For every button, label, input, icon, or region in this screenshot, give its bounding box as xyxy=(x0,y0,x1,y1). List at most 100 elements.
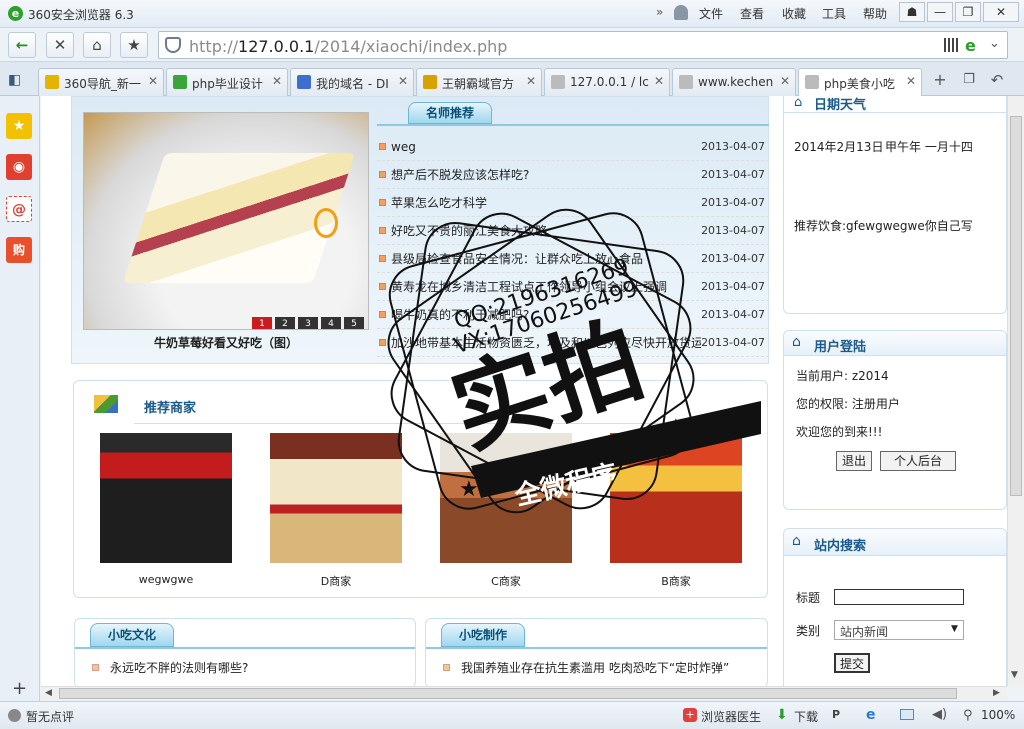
user-avatar-icon[interactable] xyxy=(674,5,688,20)
type-label: 类别 xyxy=(796,624,821,638)
tab-list-icon[interactable]: ❐ xyxy=(958,70,980,90)
culture-tab[interactable]: 小吃文化 xyxy=(90,623,174,647)
slideshow-image[interactable]: 12345 xyxy=(83,112,369,330)
tab-close-icon[interactable]: ✕ xyxy=(148,74,158,88)
restore-button[interactable]: ❐ xyxy=(955,2,981,22)
chevron-down-icon[interactable]: ⌄ xyxy=(989,36,1000,51)
tab-0[interactable]: 360导航_新一 ✕ xyxy=(38,68,164,96)
tab-close-icon[interactable]: ✕ xyxy=(398,74,408,88)
favorite-star-icon[interactable]: ★ xyxy=(120,32,148,58)
tab-close-icon[interactable]: ✕ xyxy=(906,74,916,88)
favorites-star-icon[interactable]: ★ xyxy=(6,113,32,139)
close-button[interactable]: ✕ xyxy=(983,2,1019,22)
date-weather-divider xyxy=(784,112,1006,113)
zoom-level[interactable]: 100% xyxy=(981,708,1015,722)
merchant-name[interactable]: C商家 xyxy=(440,573,572,589)
news-title[interactable]: weg xyxy=(391,133,701,161)
stop-icon[interactable]: ✕ xyxy=(46,32,74,58)
search-title: 站内搜索 xyxy=(814,539,867,554)
shopping-icon[interactable]: 购 xyxy=(6,237,32,263)
making-panel: 小吃制作 我国养殖业存在抗生素滥用 吃肉恐吃下“定时炸弹” xyxy=(425,618,768,686)
sidebar-toggle-icon[interactable]: ◧ xyxy=(8,72,21,88)
undo-close-icon[interactable]: ↶ xyxy=(986,70,1008,90)
scroll-down-arrow-icon[interactable]: ▼ xyxy=(1011,670,1018,680)
ie-engine-icon[interactable]: e xyxy=(965,36,976,55)
logout-button[interactable]: 退出 xyxy=(836,451,872,471)
tab-close-icon[interactable]: ✕ xyxy=(780,74,790,88)
news-date: 2013-04-07 xyxy=(701,168,765,181)
type-select[interactable]: 站内新闻 ▼ xyxy=(834,620,964,640)
current-user-text: 当前用户: z2014 xyxy=(796,369,889,383)
home-icon: ⌂ xyxy=(792,334,801,350)
vertical-scroll-thumb[interactable] xyxy=(1010,116,1022,496)
title-input[interactable] xyxy=(834,589,964,605)
teachers-tab[interactable]: 名师推荐 xyxy=(408,102,492,124)
tab-2[interactable]: 我的域名 - DI ✕ xyxy=(290,68,414,96)
address-text[interactable]: http://127.0.0.1/2014/xiaochi/index.php xyxy=(189,37,507,56)
email-icon[interactable]: @ xyxy=(6,196,32,222)
news-title[interactable]: 想产后不脱发应该怎样吃? xyxy=(391,161,701,189)
slide-page-4[interactable]: 4 xyxy=(321,317,341,329)
login-panel: ⌂ 用户登陆 当前用户: z2014 您的权限: 注册用户 欢迎您的到来!!! … xyxy=(783,330,1007,510)
slide-page-3[interactable]: 3 xyxy=(298,317,318,329)
personal-backend-button[interactable]: 个人后台 xyxy=(880,451,956,471)
tab-favicon-icon xyxy=(551,75,565,89)
scroll-left-arrow-icon[interactable]: ◀ xyxy=(45,688,52,698)
minimize-button[interactable]: — xyxy=(927,2,953,22)
download-status[interactable]: 下载 xyxy=(794,708,818,725)
tab-close-icon[interactable]: ✕ xyxy=(272,74,282,88)
weibo-icon[interactable]: ◉ xyxy=(6,154,32,180)
ie-compat-icon[interactable]: e xyxy=(866,707,876,723)
merchant-name[interactable]: B商家 xyxy=(610,573,742,589)
tab-close-icon[interactable]: ✕ xyxy=(526,74,536,88)
submit-button[interactable]: 提交 xyxy=(834,653,870,673)
vertical-scrollbar[interactable]: ▼ xyxy=(1007,96,1024,686)
tab-4[interactable]: 127.0.0.1 / lc ✕ xyxy=(544,68,670,96)
horizontal-scrollbar[interactable]: ◀ ▶ xyxy=(41,686,1007,701)
menu-view[interactable]: 查看 xyxy=(740,5,764,22)
tab-favicon-icon xyxy=(805,75,819,89)
window-icon[interactable] xyxy=(900,709,914,720)
skin-icon[interactable]: ☗ xyxy=(899,2,925,22)
tab-3[interactable]: 王朝霸域官方 ✕ xyxy=(416,68,542,96)
merchant-card[interactable]: wegwgwe xyxy=(100,433,232,593)
slide-page-2[interactable]: 2 xyxy=(275,317,295,329)
tab-1[interactable]: php毕业设计 ✕ xyxy=(166,68,288,96)
tab-close-icon[interactable]: ✕ xyxy=(654,74,664,88)
qrcode-icon[interactable] xyxy=(944,38,958,52)
status-bar: 暂无点评 + 浏览器医生 ⬇ 下载 P e ◀) ⚲ 100% xyxy=(0,701,1024,729)
news-row[interactable]: 想产后不脱发应该怎样吃? 2013-04-07 xyxy=(377,161,769,189)
new-tab-icon[interactable]: + xyxy=(929,70,951,90)
browser-doctor[interactable]: 浏览器医生 xyxy=(701,708,761,725)
add-sidebar-icon[interactable]: + xyxy=(12,678,27,699)
news-row[interactable]: weg 2013-04-07 xyxy=(377,133,769,161)
making-item[interactable]: 我国养殖业存在抗生素滥用 吃肉恐吃下“定时炸弹” xyxy=(461,659,729,676)
bullet-icon xyxy=(443,664,450,671)
culture-item[interactable]: 永远吃不胖的法则有哪些? xyxy=(110,659,248,676)
more-chevron-icon[interactable]: » xyxy=(656,5,663,19)
tab-label: php毕业设计 xyxy=(192,77,263,91)
horizontal-scroll-thumb[interactable] xyxy=(59,688,957,699)
home-icon[interactable]: ⌂ xyxy=(83,32,111,58)
teachers-underline xyxy=(377,124,769,126)
merchant-photo[interactable] xyxy=(100,433,232,563)
tab-5[interactable]: www.kechen ✕ xyxy=(672,68,796,96)
merchant-name[interactable]: D商家 xyxy=(270,573,402,589)
making-tab[interactable]: 小吃制作 xyxy=(441,623,525,647)
menu-file[interactable]: 文件 xyxy=(699,5,723,22)
search-divider xyxy=(784,555,1006,556)
scroll-right-arrow-icon[interactable]: ▶ xyxy=(993,688,1000,698)
making-underline xyxy=(426,647,767,649)
address-bar[interactable]: http://127.0.0.1/2014/xiaochi/index.php … xyxy=(158,31,1008,59)
tab-6[interactable]: php美食小吃 ✕ xyxy=(798,68,922,97)
menu-help[interactable]: 帮助 xyxy=(863,5,887,22)
menu-tools[interactable]: 工具 xyxy=(822,5,846,22)
slide-page-1[interactable]: 1 xyxy=(252,317,272,329)
merchant-name[interactable]: wegwgwe xyxy=(100,573,232,586)
p2p-icon[interactable]: P xyxy=(832,708,840,721)
speaker-icon[interactable]: ◀) xyxy=(932,707,947,722)
comment-status[interactable]: 暂无点评 xyxy=(26,708,74,725)
menu-favorites[interactable]: 收藏 xyxy=(782,5,806,22)
back-arrow-icon[interactable]: ← xyxy=(8,32,36,58)
search-panel: ⌂ 站内搜索 标题 类别 站内新闻 ▼ 提交 xyxy=(783,528,1007,686)
